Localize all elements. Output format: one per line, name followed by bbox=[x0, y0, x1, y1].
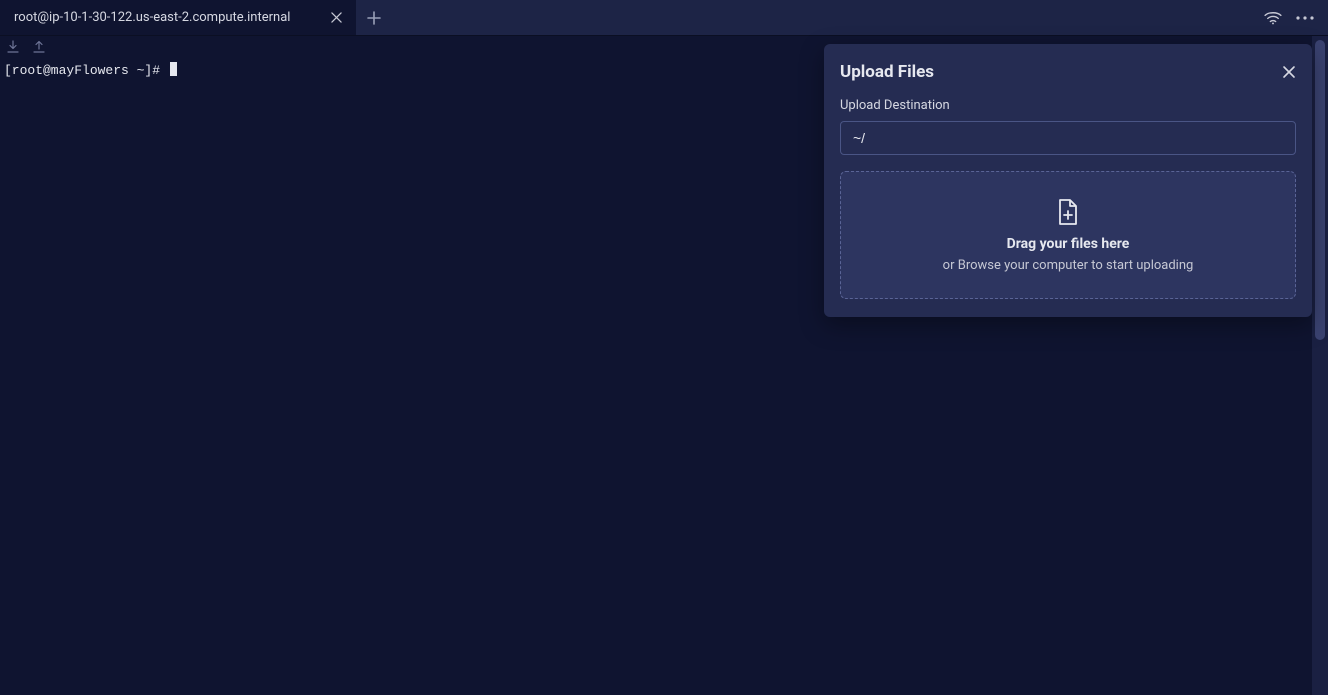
cursor bbox=[170, 62, 177, 76]
wifi-icon[interactable] bbox=[1264, 11, 1282, 25]
tab-title: root@ip-10-1-30-122.us-east-2.compute.in… bbox=[14, 10, 290, 25]
close-tab-icon[interactable] bbox=[328, 10, 344, 26]
tab-bar: root@ip-10-1-30-122.us-east-2.compute.in… bbox=[0, 0, 1328, 36]
dropzone-sub-text: or Browse your computer to start uploadi… bbox=[943, 258, 1194, 273]
destination-label: Upload Destination bbox=[840, 98, 1296, 113]
dropzone-main-text: Drag your files here bbox=[1007, 236, 1130, 252]
scrollbar-thumb[interactable] bbox=[1315, 40, 1325, 340]
file-add-icon bbox=[1056, 198, 1080, 226]
destination-input[interactable] bbox=[840, 121, 1296, 155]
download-icon[interactable] bbox=[6, 40, 20, 54]
new-tab-button[interactable] bbox=[356, 0, 392, 35]
tabbar-actions bbox=[1250, 0, 1328, 35]
upload-icon[interactable] bbox=[32, 40, 46, 54]
dropzone[interactable]: Drag your files here or Browse your comp… bbox=[840, 171, 1296, 299]
prompt-text: [root@mayFlowers ~]# bbox=[4, 63, 168, 78]
upload-panel: Upload Files Upload Destination Drag you… bbox=[824, 44, 1312, 317]
tabbar-spacer bbox=[392, 0, 1250, 35]
upload-panel-header: Upload Files bbox=[840, 62, 1296, 82]
close-icon[interactable] bbox=[1282, 65, 1296, 79]
terminal-tab[interactable]: root@ip-10-1-30-122.us-east-2.compute.in… bbox=[0, 0, 356, 35]
upload-panel-title: Upload Files bbox=[840, 62, 934, 82]
more-icon[interactable] bbox=[1296, 11, 1314, 25]
scrollbar-track[interactable] bbox=[1312, 36, 1328, 695]
